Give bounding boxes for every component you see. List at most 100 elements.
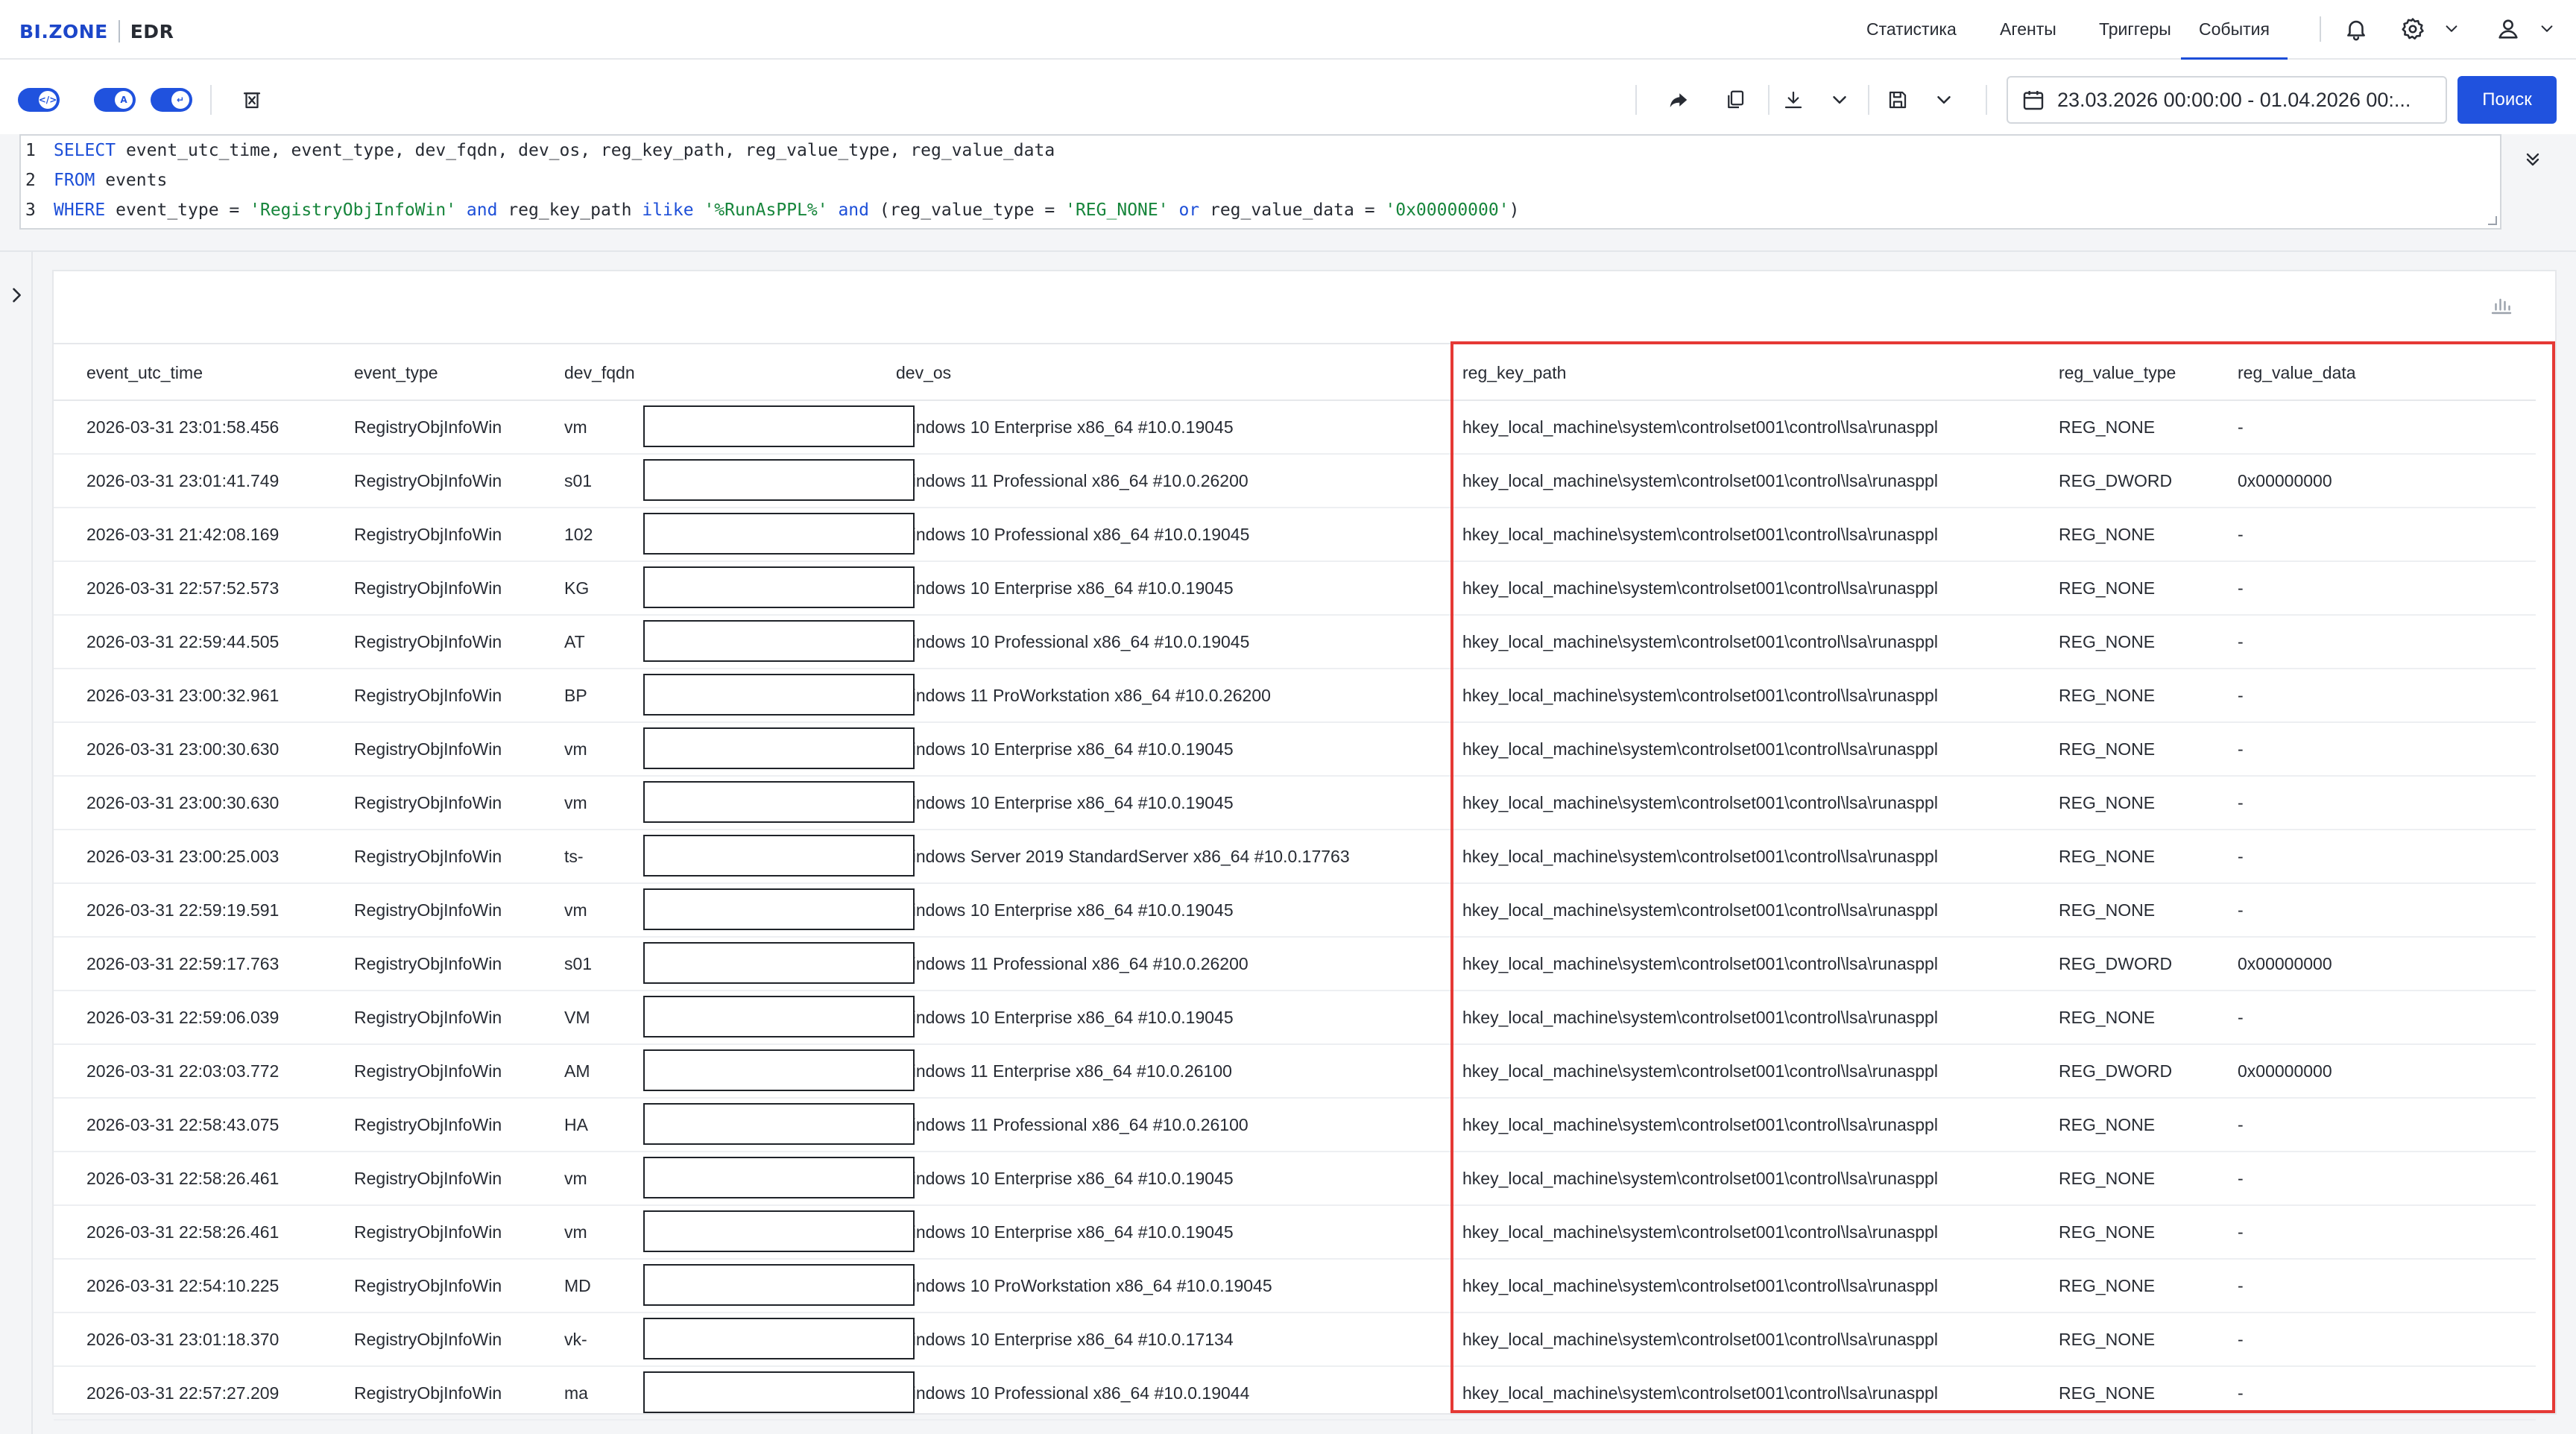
cell-event-type: RegistryObjInfoWin bbox=[354, 1222, 502, 1242]
cell-reg-value-type: REG_DWORD bbox=[2059, 471, 2173, 490]
logo[interactable]: BI.ZONE EDR bbox=[19, 19, 174, 43]
cell-dev-os: Windows 10 Professional x86_64 #10.0.190… bbox=[896, 525, 1250, 544]
cell-reg-key-path: hkey_local_machine\system\controlset001\… bbox=[1462, 1061, 1938, 1081]
autocomplete-toggle[interactable]: A bbox=[94, 88, 136, 112]
sql-text: ) bbox=[1509, 200, 1520, 220]
table-row[interactable]: 2026-03-31 23:00:30.630 RegistryObjInfoWi… bbox=[54, 723, 2536, 777]
sql-editor[interactable]: 1 SELECT event_utc_time, event_type, dev_… bbox=[19, 134, 2501, 230]
sql-text: event_type = bbox=[105, 200, 250, 220]
redaction-box bbox=[643, 1264, 915, 1306]
redaction-box bbox=[643, 674, 915, 716]
cell-reg-key-path: hkey_local_machine\system\controlset001\… bbox=[1462, 1330, 1938, 1349]
cell-event-utc-time: 2026-03-31 23:00:32.961 bbox=[86, 686, 280, 705]
column-header[interactable]: reg_value_type bbox=[2059, 344, 2176, 401]
table-row[interactable]: 2026-03-31 22:59:17.763 RegistryObjInfoWi… bbox=[54, 938, 2536, 991]
cell-dev-os: Windows 10 Enterprise x86_64 #10.0.19045 bbox=[896, 1169, 1234, 1188]
table-row[interactable]: 2026-03-31 23:00:25.003 RegistryObjInfoWi… bbox=[54, 830, 2536, 884]
column-header[interactable]: dev_fqdn bbox=[564, 344, 635, 401]
editor-line: 3 WHERE event_type = 'RegistryObjInfoWin'… bbox=[21, 195, 1519, 225]
table-row[interactable]: 2026-03-31 22:59:06.039 RegistryObjInfoWi… bbox=[54, 991, 2536, 1045]
table-row[interactable]: 2026-03-31 22:58:26.461 RegistryObjInfoWi… bbox=[54, 1152, 2536, 1206]
cell-event-utc-time: 2026-03-31 23:01:18.370 bbox=[86, 1330, 280, 1349]
table-row[interactable]: 2026-03-31 22:59:19.591 RegistryObjInfoWi… bbox=[54, 884, 2536, 938]
copy-icon[interactable] bbox=[1720, 85, 1750, 115]
table-row[interactable]: 2026-03-31 22:57:27.209 RegistryObjInfoWi… bbox=[54, 1367, 2536, 1421]
bell-icon[interactable] bbox=[2342, 15, 2370, 43]
expand-sidebar-icon[interactable] bbox=[6, 285, 27, 306]
line-number: 1 bbox=[25, 141, 36, 160]
section-divider bbox=[0, 250, 2576, 252]
cell-reg-key-path: hkey_local_machine\system\controlset001\… bbox=[1462, 954, 1938, 973]
cell-dev-os: Windows 10 Enterprise x86_64 #10.0.19045 bbox=[896, 739, 1234, 759]
cell-event-utc-time: 2026-03-31 22:58:26.461 bbox=[86, 1169, 280, 1188]
column-header[interactable]: reg_value_data bbox=[2238, 344, 2356, 401]
column-header[interactable]: event_utc_time bbox=[86, 344, 203, 401]
download-options-chevron-icon[interactable] bbox=[1825, 85, 1854, 115]
cell-reg-value-data: 0x00000000 bbox=[2238, 471, 2332, 490]
line-number: 3 bbox=[25, 200, 36, 220]
redaction-box bbox=[643, 566, 915, 608]
cell-reg-value-type: REG_NONE bbox=[2059, 1115, 2156, 1134]
table-row[interactable]: 2026-03-31 23:01:41.749 RegistryObjInfoWi… bbox=[54, 455, 2536, 508]
table-row[interactable]: 2026-03-31 22:03:03.772 RegistryObjInfoWi… bbox=[54, 1045, 2536, 1099]
cell-reg-key-path: hkey_local_machine\system\controlset001\… bbox=[1462, 471, 1938, 490]
table-row[interactable]: 2026-03-31 22:54:10.225 RegistryObjInfoWi… bbox=[54, 1260, 2536, 1313]
table-row[interactable]: 2026-03-31 21:42:08.169 RegistryObjInfoWi… bbox=[54, 508, 2536, 562]
share-icon[interactable] bbox=[1664, 85, 1693, 115]
cell-reg-value-type: REG_NONE bbox=[2059, 739, 2156, 759]
delete-query-icon[interactable] bbox=[237, 85, 267, 115]
sql-keyword: WHERE bbox=[54, 200, 106, 220]
cell-dev-fqdn: vm bbox=[564, 1169, 587, 1188]
chart-view-icon[interactable] bbox=[2488, 291, 2515, 318]
cell-event-utc-time: 2026-03-31 22:59:44.505 bbox=[86, 632, 280, 651]
save-icon[interactable] bbox=[1883, 85, 1913, 115]
user-icon[interactable] bbox=[2494, 15, 2522, 43]
chevron-down-icon[interactable] bbox=[2533, 15, 2561, 43]
sql-keyword: or bbox=[1168, 200, 1200, 220]
download-icon[interactable] bbox=[1778, 85, 1808, 115]
editor-resize-handle[interactable] bbox=[2488, 216, 2497, 225]
redaction-box bbox=[643, 1371, 915, 1413]
sql-text: event_utc_time, event_type, dev_fqdn, de… bbox=[116, 141, 1055, 160]
cell-event-utc-time: 2026-03-31 23:00:30.630 bbox=[86, 793, 280, 812]
table-row[interactable]: 2026-03-31 22:57:52.573 RegistryObjInfoWi… bbox=[54, 562, 2536, 616]
toolbar-separator bbox=[1868, 85, 1869, 115]
nav-agents[interactable]: Агенты bbox=[2000, 0, 2056, 60]
chevron-down-icon[interactable] bbox=[2437, 15, 2466, 43]
nav-triggers[interactable]: Триггеры bbox=[2099, 0, 2171, 60]
cell-dev-os: Windows 11 Professional x86_64 #10.0.262… bbox=[896, 471, 1248, 490]
cell-dev-fqdn: s01 bbox=[564, 954, 593, 973]
cell-event-type: RegistryObjInfoWin bbox=[354, 578, 502, 598]
code-toggle-knob: </> bbox=[39, 91, 57, 109]
top-header: BI.ZONE EDR Статистика Агенты Триггеры С… bbox=[0, 0, 2576, 60]
code-toggle[interactable]: </> bbox=[18, 88, 60, 112]
nav-events[interactable]: События bbox=[2181, 0, 2288, 60]
save-options-chevron-icon[interactable] bbox=[1929, 85, 1959, 115]
cell-event-type: RegistryObjInfoWin bbox=[354, 686, 502, 705]
cell-reg-value-data: - bbox=[2238, 686, 2244, 705]
logo-brand: BI.ZONE bbox=[19, 20, 108, 42]
expand-editor-icon[interactable] bbox=[2516, 143, 2549, 176]
date-range-picker[interactable]: 23.03.2026 00:00:00 - 01.04.2026 00:... bbox=[2007, 76, 2447, 124]
table-row[interactable]: 2026-03-31 22:58:43.075 RegistryObjInfoWi… bbox=[54, 1099, 2536, 1152]
gear-icon[interactable] bbox=[2399, 15, 2427, 43]
column-header[interactable]: reg_key_path bbox=[1462, 344, 1566, 401]
sql-string: 'REG_NONE' bbox=[1065, 200, 1169, 220]
wrap-toggle[interactable]: ↵ bbox=[151, 88, 192, 112]
nav-statistics[interactable]: Статистика bbox=[1866, 0, 1957, 60]
cell-reg-value-type: REG_NONE bbox=[2059, 632, 2156, 651]
table-row[interactable]: 2026-03-31 23:01:58.456 RegistryObjInfoWi… bbox=[54, 401, 2536, 455]
cell-reg-key-path: hkey_local_machine\system\controlset001\… bbox=[1462, 686, 1938, 705]
table-row[interactable]: 2026-03-31 23:00:30.630 RegistryObjInfoWi… bbox=[54, 777, 2536, 830]
cell-reg-value-data: - bbox=[2238, 632, 2244, 651]
sql-text: reg_value_data = bbox=[1199, 200, 1386, 220]
cell-reg-key-path: hkey_local_machine\system\controlset001\… bbox=[1462, 793, 1938, 812]
search-button[interactable]: Поиск bbox=[2457, 76, 2557, 124]
column-header[interactable]: event_type bbox=[354, 344, 438, 401]
table-row[interactable]: 2026-03-31 22:58:26.461 RegistryObjInfoWi… bbox=[54, 1206, 2536, 1260]
table-row[interactable]: 2026-03-31 23:00:32.961 RegistryObjInfoWi… bbox=[54, 669, 2536, 723]
column-header[interactable]: dev_os bbox=[896, 344, 951, 401]
table-row[interactable]: 2026-03-31 23:01:18.370 RegistryObjInfoWi… bbox=[54, 1313, 2536, 1367]
redaction-box bbox=[643, 781, 915, 823]
table-row[interactable]: 2026-03-31 22:59:44.505 RegistryObjInfoWi… bbox=[54, 616, 2536, 669]
